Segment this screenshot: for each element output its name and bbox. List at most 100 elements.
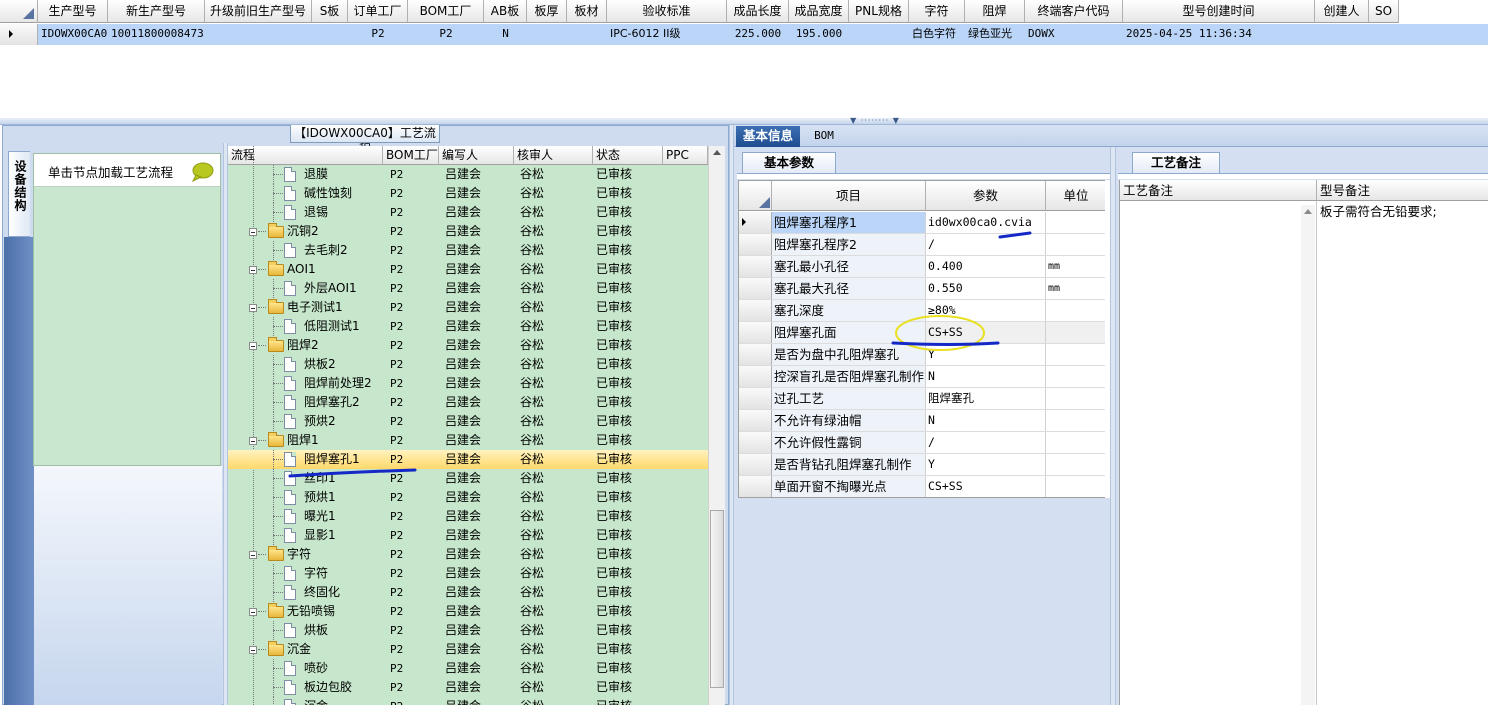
param-row[interactable]: 过孔工艺 阻焊塞孔 [739,388,1105,410]
process-tree-grid[interactable]: 流程 BOM工厂 编写人 核审人 状态 PPC 退膜 P2 吕建会 谷松 已审核 碱性蚀刻 P2 吕建会… [228,146,708,705]
column-header[interactable]: 终端客户代码 [1025,0,1123,23]
column-header[interactable]: 阻焊 [965,0,1025,23]
tree-column-header[interactable]: PPC [663,146,708,165]
tree-step-row[interactable]: 烘板 P2 吕建会 谷松 已审核 [228,621,708,640]
grid-cell[interactable]: 白色字符 [909,24,965,44]
grid-cell[interactable] [527,24,567,44]
tree-step-row[interactable]: 预烘2 P2 吕建会 谷松 已审核 [228,412,708,431]
tree-step-row[interactable]: 阻焊前处理2 P2 吕建会 谷松 已审核 [228,374,708,393]
param-row[interactable]: 单面开窗不掏曝光点 CS+SS [739,476,1105,497]
side-tab-equipment[interactable]: 设备结构 [8,151,30,237]
tree-step-row[interactable]: 沉金 P2 吕建会 谷松 已审核 [228,697,708,705]
column-header[interactable]: AB板 [484,0,527,23]
tree-step-row[interactable]: 阻焊塞孔2 P2 吕建会 谷松 已审核 [228,393,708,412]
basic-params-grid[interactable]: 项目 参数 单位 阻焊塞孔程序1 id0wx00ca0.cvia 阻焊塞孔程序2/塞… [738,180,1106,498]
grid-cell[interactable]: 225.000 [727,24,789,44]
grid-cell[interactable]: IDOWX00CA0 [38,24,108,44]
tree-step-row[interactable]: 低阻测试1 P2 吕建会 谷松 已审核 [228,317,708,336]
tree-group-row[interactable]: 阻焊2 P2 吕建会 谷松 已审核 [228,336,708,355]
param-value[interactable]: ≥80% [926,300,1046,321]
param-value[interactable]: Y [926,454,1046,475]
tree-step-row[interactable]: 显影1 P2 吕建会 谷松 已审核 [228,526,708,545]
tree-step-row[interactable]: 阻焊塞孔1 P2 吕建会 谷松 已审核 [228,450,708,469]
param-row[interactable]: 阻焊塞孔面 CS+SS [739,322,1105,344]
param-row[interactable]: 是否背钻孔阻焊塞孔制作 Y [739,454,1105,476]
scrollbar-thumb[interactable] [710,510,724,688]
param-row[interactable]: 塞孔深度 ≥80% [739,300,1105,322]
column-header[interactable]: 升级前旧生产型号 [205,0,312,23]
column-header[interactable]: 成品宽度 [789,0,849,23]
tree-scrollbar[interactable] [708,146,725,705]
grid-cell[interactable]: P2 [348,24,408,44]
tree-column-header[interactable]: 编写人 [439,146,514,165]
column-header[interactable]: 板厚 [527,0,567,23]
collapse-icon[interactable] [249,342,257,350]
grid-cell[interactable]: 195.000 [789,24,849,44]
tree-step-row[interactable]: 退膜 P2 吕建会 谷松 已审核 [228,165,708,184]
tab-basic-params[interactable]: 基本参数 [742,152,836,173]
tree-group-row[interactable]: 电子测试1 P2 吕建会 谷松 已审核 [228,298,708,317]
collapse-icon[interactable] [249,228,257,236]
param-value[interactable]: CS+SS [926,476,1046,497]
grid-cell[interactable] [312,24,348,44]
column-header[interactable]: 新生产型号 [108,0,205,23]
tree-step-row[interactable]: 外层AOI1 P2 吕建会 谷松 已审核 [228,279,708,298]
tree-step-row[interactable]: 预烘1 P2 吕建会 谷松 已审核 [228,488,708,507]
grid-cell[interactable] [849,24,909,44]
param-value[interactable]: / [926,234,1046,255]
param-row[interactable]: 不允许有绿油帽 N [739,410,1105,432]
collapse-icon[interactable] [249,646,257,654]
column-header[interactable]: 型号创建时间 [1123,0,1315,23]
collapse-icon[interactable] [249,266,257,274]
tree-step-row[interactable]: 字符 P2 吕建会 谷松 已审核 [228,564,708,583]
column-header-value[interactable]: 参数 [926,181,1046,211]
grid-cell[interactable]: 10011800008473 [108,24,205,44]
tree-column-header[interactable]: BOM工厂 [383,146,439,165]
tree-column-header[interactable]: 核审人 [514,146,593,165]
collapse-icon[interactable] [249,437,257,445]
tree-step-row[interactable]: 去毛刺2 P2 吕建会 谷松 已审核 [228,241,708,260]
grid-cell[interactable] [567,24,607,44]
param-value[interactable]: id0wx00ca0.cvia [926,212,1046,233]
column-header[interactable]: S板 [312,0,348,23]
column-header[interactable]: 板材 [567,0,607,23]
remark-scrollbar[interactable] [1301,205,1315,705]
tree-column-header[interactable]: 状态 [593,146,663,165]
param-value[interactable]: 阻焊塞孔 [926,388,1046,409]
tree-group-row[interactable]: 沉金 P2 吕建会 谷松 已审核 [228,640,708,659]
column-header[interactable]: 生产型号 [38,0,108,23]
tree-step-row[interactable]: 板边包胶 P2 吕建会 谷松 已审核 [228,678,708,697]
tab-bom[interactable]: BOM [806,126,842,147]
collapse-icon[interactable] [249,304,257,312]
column-header[interactable]: 订单工厂 [348,0,408,23]
horizontal-splitter[interactable]: ▼ ········ ▼ [0,117,1488,125]
collapse-icon[interactable] [249,551,257,559]
tree-step-row[interactable]: 退锡 P2 吕建会 谷松 已审核 [228,203,708,222]
param-value[interactable]: N [926,366,1046,387]
model-grid[interactable]: 生产型号 新生产型号 升级前旧生产型号 S板 订单工厂 BOM工厂 AB板 板厚 板材 验收标准成… [0,0,1488,119]
param-value[interactable]: 0.550 [926,278,1046,299]
column-header[interactable]: 字符 [909,0,965,23]
column-header-model-remark[interactable]: 型号备注 [1317,180,1488,201]
grid-cell[interactable]: 绿色亚光 [965,24,1025,44]
tab-basic-info[interactable]: 基本信息 [736,126,800,147]
column-header[interactable]: 成品长度 [727,0,789,23]
tree-step-row[interactable]: 曝光1 P2 吕建会 谷松 已审核 [228,507,708,526]
column-header[interactable]: SO [1369,0,1399,23]
column-header[interactable]: 创建人 [1315,0,1369,23]
param-value[interactable]: N [926,410,1046,431]
tree-group-row[interactable]: 无铅喷锡 P2 吕建会 谷松 已审核 [228,602,708,621]
grid-cell[interactable] [1369,24,1399,44]
param-value[interactable]: 0.400 [926,256,1046,277]
param-row[interactable]: 是否为盘中孔阻焊塞孔 Y [739,344,1105,366]
tree-step-row[interactable]: 碱性蚀刻 P2 吕建会 谷松 已审核 [228,184,708,203]
param-row[interactable]: 控深盲孔是否阻焊塞孔制作 N [739,366,1105,388]
param-row[interactable]: 塞孔最大孔径 0.550 mm [739,278,1105,300]
column-header[interactable]: 验收标准 [607,0,727,23]
tree-step-row[interactable]: 丝印1 P2 吕建会 谷松 已审核 [228,469,708,488]
column-header-unit[interactable]: 单位 [1046,181,1105,211]
column-header[interactable]: BOM工厂 [408,0,484,23]
tree-step-row[interactable]: 喷砂 P2 吕建会 谷松 已审核 [228,659,708,678]
tree-group-row[interactable]: AOI1 P2 吕建会 谷松 已审核 [228,260,708,279]
param-value[interactable]: / [926,432,1046,453]
